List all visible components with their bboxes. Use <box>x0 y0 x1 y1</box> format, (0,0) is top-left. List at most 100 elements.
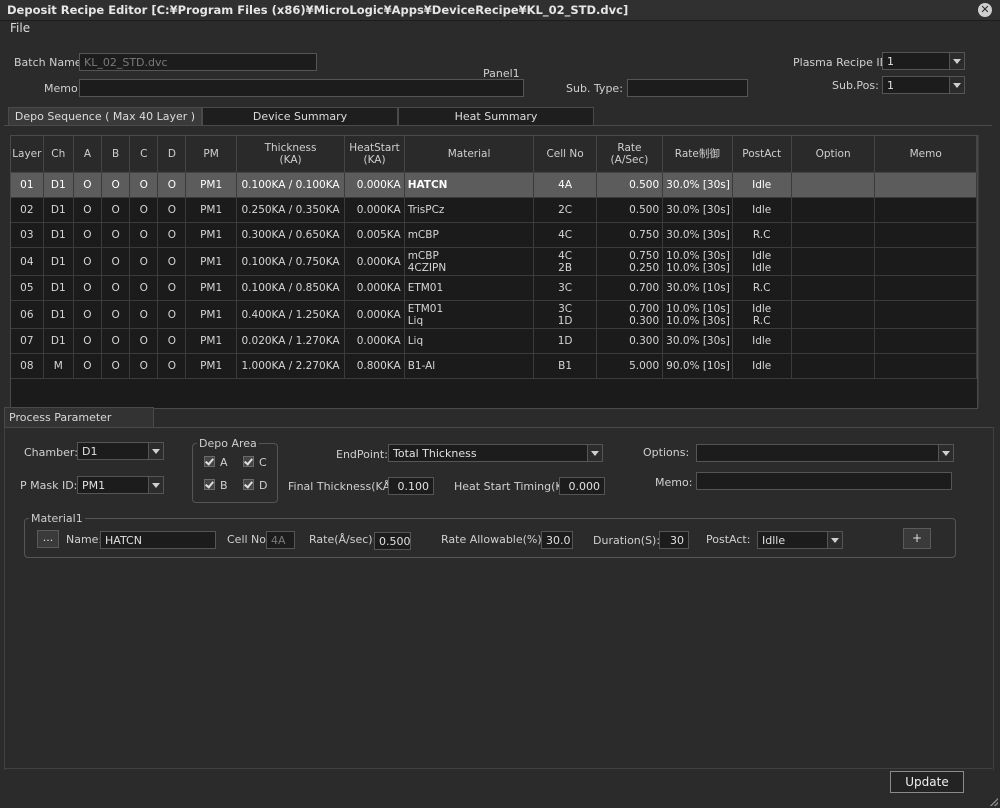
resize-grip-icon[interactable] <box>990 798 998 806</box>
heat-start-input[interactable]: 0.000 <box>559 477 605 495</box>
area-a-checkbox[interactable] <box>204 456 215 467</box>
duration-input[interactable]: 30 <box>659 531 689 549</box>
area-d-checkbox[interactable] <box>243 479 254 490</box>
postact-select[interactable]: Idlle <box>757 531 843 549</box>
cell-pm: PM1 <box>185 247 237 276</box>
depo-sequence-table[interactable]: Layer Ch A B C D PM Thickness (KA) HeatStart (KA… <box>10 135 978 409</box>
batch-name-input[interactable]: KL_02_STD.dvc <box>79 53 317 71</box>
cell-memo <box>874 328 977 354</box>
batch-name-label: Batch Name: <box>14 56 86 69</box>
rate-allowable-input[interactable]: 30.0 <box>541 531 573 549</box>
column-header[interactable]: PM <box>185 136 237 173</box>
column-header[interactable]: A <box>73 136 103 173</box>
chevron-down-icon[interactable] <box>587 445 602 461</box>
cell-cell: 4A <box>533 172 597 198</box>
process-parameter-tab[interactable]: Process Parameter <box>4 407 154 427</box>
depo-area-title: Depo Area <box>197 437 259 450</box>
cell-line: 10.0% [30s] <box>666 261 730 274</box>
column-header[interactable]: Cell No <box>533 136 597 173</box>
close-icon[interactable]: ✕ <box>978 3 992 17</box>
column-header[interactable]: C <box>129 136 159 173</box>
table-row[interactable]: 02 D1 O O O O PM1 0.250KA / 0.350KA 0.000KA TrisP… <box>11 197 977 223</box>
column-header[interactable]: D <box>157 136 187 173</box>
cell-line: R.C <box>752 314 771 327</box>
memo-input[interactable] <box>79 79 524 97</box>
table-scrollbar[interactable] <box>978 135 991 407</box>
chamber-select[interactable]: D1 <box>77 442 164 460</box>
cell-postact: Idle <box>732 172 792 198</box>
cell-option <box>791 247 876 276</box>
chevron-down-icon[interactable] <box>827 532 842 548</box>
column-header[interactable]: PostAct <box>732 136 792 173</box>
cell-line: 10.0% [30s] <box>666 249 730 262</box>
cell-line: 30.0% [30s] <box>666 229 730 241</box>
column-header[interactable]: Memo <box>874 136 977 173</box>
process-memo-label: Memo: <box>655 476 693 489</box>
table-row[interactable]: 04 D1 O O O O PM1 0.100KA / 0.750KA 0.000KA mCBP 4… <box>11 247 977 276</box>
chevron-down-icon[interactable] <box>938 445 953 461</box>
cell-layer: 03 <box>11 222 44 248</box>
cell-b: O <box>101 172 131 198</box>
plasma-recipe-select[interactable]: 1 <box>882 52 965 70</box>
column-header[interactable]: B <box>101 136 131 173</box>
cell-ch: D1 <box>43 247 74 276</box>
cell-no-input[interactable]: 4A <box>266 531 295 549</box>
cell-ch: M <box>43 353 74 379</box>
column-header[interactable]: Rate制御 <box>662 136 733 173</box>
cell-line: Liq <box>407 314 424 327</box>
sub-type-input[interactable] <box>627 79 748 97</box>
chevron-down-icon[interactable] <box>949 77 964 93</box>
column-header[interactable]: Layer <box>11 136 44 173</box>
column-header[interactable]: Material <box>404 136 535 173</box>
final-thickness-input[interactable]: 0.100 <box>388 477 434 495</box>
cell-line: Idle <box>752 261 772 274</box>
table-row[interactable]: 08 M O O O O PM1 1.000KA / 2.270KA 0.800KA B1-Al B… <box>11 353 977 379</box>
column-header[interactable]: Rate (A/Sec) <box>596 136 664 173</box>
area-c-checkbox[interactable] <box>243 456 254 467</box>
cell-pm: PM1 <box>185 172 237 198</box>
update-button[interactable]: Update <box>890 771 964 793</box>
cell-postact: Idle <box>732 197 792 223</box>
cell-postact: Idle <box>732 353 792 379</box>
menu-file[interactable]: File <box>10 21 30 35</box>
column-header[interactable]: HeatStart (KA) <box>344 136 405 173</box>
cell-material: ETM01 <box>404 275 535 301</box>
cell-d: O <box>157 197 187 223</box>
table-row[interactable]: 06 D1 O O O O PM1 0.400KA / 1.250KA 0.000KA ETM01… <box>11 300 977 329</box>
cell-line: 2C <box>558 204 573 216</box>
options-select[interactable] <box>696 444 954 462</box>
heat-start-label: Heat Start Timing(KA) <box>454 480 575 493</box>
tab-depo-sequence[interactable]: Depo Sequence ( Max 40 Layer ) <box>8 107 202 125</box>
table-row[interactable]: 07 D1 O O O O PM1 0.020KA / 1.270KA 0.000KA Liq 1D… <box>11 328 977 354</box>
chevron-down-icon[interactable] <box>949 53 964 69</box>
menu-bar: File <box>0 20 1000 38</box>
browse-button[interactable]: ... <box>37 530 59 548</box>
area-b-checkbox[interactable] <box>204 479 215 490</box>
table-row[interactable]: 05 D1 O O O O PM1 0.100KA / 0.850KA 0.000KA ETM01… <box>11 275 977 301</box>
tab-heat-summary[interactable]: Heat Summary <box>398 107 594 125</box>
column-header[interactable]: Option <box>791 136 876 173</box>
pmask-select[interactable]: PM1 <box>77 476 164 494</box>
column-header[interactable]: Thickness (KA) <box>236 136 346 173</box>
endpoint-select[interactable]: Total Thickness <box>388 444 603 462</box>
process-memo-input[interactable] <box>696 472 952 490</box>
cell-line: Idle <box>752 302 772 315</box>
cell-thickness: 0.250KA / 0.350KA <box>236 197 346 223</box>
add-material-button[interactable]: + <box>903 528 931 549</box>
cell-option <box>791 222 876 248</box>
rate-input[interactable]: 0.500 <box>374 532 411 550</box>
sub-pos-select[interactable]: 1 <box>882 76 965 94</box>
tab-device-summary[interactable]: Device Summary <box>202 107 398 125</box>
material-name-input[interactable]: HATCN <box>100 531 216 549</box>
chevron-down-icon[interactable] <box>148 443 163 459</box>
column-header[interactable]: Ch <box>43 136 74 173</box>
cell-line: 5.000 <box>629 360 660 372</box>
cell-thickness: 0.100KA / 0.750KA <box>236 247 346 276</box>
chevron-down-icon[interactable] <box>148 477 163 493</box>
cell-line: mCBP <box>407 249 439 262</box>
table-row[interactable]: 03 D1 O O O O PM1 0.300KA / 0.650KA 0.005KA mCBP 4… <box>11 222 977 248</box>
cell-pm: PM1 <box>185 300 237 329</box>
table-row[interactable]: 01 D1 O O O O PM1 0.100KA / 0.100KA 0.000KA HATCN… <box>11 172 977 198</box>
plasma-recipe-value: 1 <box>887 55 894 68</box>
cell-b: O <box>101 247 131 276</box>
